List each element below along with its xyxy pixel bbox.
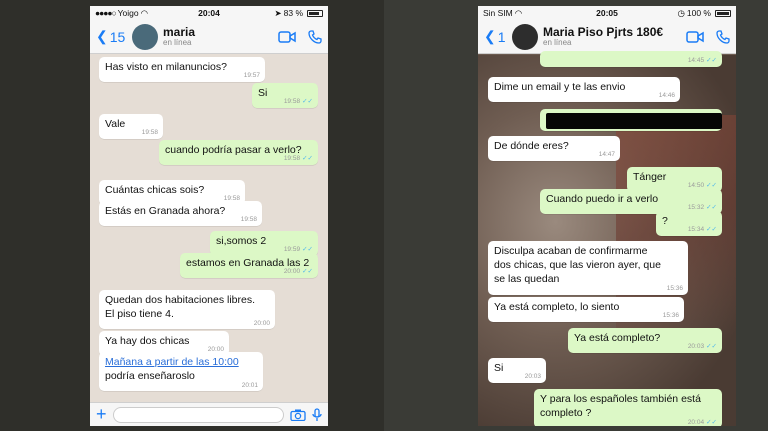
message-input-bar: +: [90, 402, 328, 426]
camera-icon[interactable]: [290, 409, 306, 421]
message-bubble[interactable]: De dónde eres? 14:47: [488, 136, 620, 162]
message-bubble[interactable]: Ya está completo? 20:03 ✓✓: [568, 328, 722, 354]
chat-header: ❮ 1 Maria Piso Pjrts 180€ en línea: [478, 20, 736, 54]
message-bubble[interactable]: Vale 19:58: [99, 114, 163, 140]
contact-name: maria: [163, 25, 196, 39]
redaction-bar: [546, 113, 722, 129]
alarm-icon: ◷: [677, 7, 685, 18]
avatar[interactable]: [132, 23, 158, 50]
contact-info[interactable]: maria en línea: [163, 26, 278, 48]
back-button[interactable]: ❮ 15: [96, 28, 132, 45]
message-bubble[interactable]: Has visto en milanuncios? 19:57: [99, 57, 265, 83]
message-bubble[interactable]: Si 19:58 ✓✓: [252, 83, 318, 109]
location-icon: ➤: [274, 7, 282, 18]
carrier: Yoigo: [117, 8, 139, 18]
message-list: Has visto en milanuncios? 19:57 Si 19:58 ✓✓…: [90, 55, 328, 402]
double-check-icon: ✓✓: [706, 418, 717, 426]
message-input[interactable]: [112, 406, 284, 423]
battery-icon: [307, 9, 323, 17]
message-list: 14:45 ✓✓ Dime un email y te las envio 14:4…: [478, 51, 736, 426]
signal-icon: ●●●●○: [95, 8, 117, 18]
message-bubble[interactable]: Y para los españoles también está complet…: [534, 389, 722, 426]
battery-percent: 100 %: [686, 8, 711, 18]
phone-call-icon[interactable]: [716, 29, 730, 44]
message-bubble[interactable]: Mañana a partir de las 10:00 podría enseñ…: [99, 352, 263, 392]
avatar[interactable]: [512, 23, 538, 50]
carrier: Sin SIM: [483, 8, 513, 18]
double-check-icon: ✓✓: [706, 343, 717, 351]
contact-status: en línea: [543, 37, 572, 47]
message-bubble[interactable]: Si 20:03: [488, 358, 546, 384]
wifi-icon: ◠: [514, 7, 523, 18]
status-bar: Sin SIM ◠ 20:05 ◷ 100 %: [478, 6, 736, 20]
double-check-icon: ✓✓: [302, 155, 313, 163]
message-bubble[interactable]: 14:45 ✓✓: [540, 51, 722, 67]
message-bubble[interactable]: Estás en Granada ahora? 19:58: [99, 201, 262, 227]
back-button[interactable]: ❮ 1: [484, 28, 512, 45]
chat-screenshot-left: ●●●●○ Yoigo ◠ 20:04 ➤ 83 % ❮ 15 maria en lín…: [90, 6, 328, 426]
battery-percent: 83 %: [283, 8, 303, 18]
plus-icon[interactable]: +: [96, 404, 107, 425]
message-bubble[interactable]: Quedan dos habitaciones libres. El piso t…: [99, 290, 275, 330]
wifi-icon: ◠: [140, 7, 149, 18]
battery-icon: [715, 9, 731, 17]
message-bubble[interactable]: Ya está completo, lo siento 15:36: [488, 297, 684, 323]
time-link[interactable]: Mañana a partir de las 10:00: [105, 355, 257, 369]
double-check-icon: ✓✓: [706, 226, 717, 234]
double-check-icon: ✓✓: [302, 98, 313, 106]
contact-name: Maria Piso Pjrts 180€: [543, 25, 664, 39]
phone-call-icon[interactable]: [308, 29, 322, 44]
microphone-icon[interactable]: [312, 407, 322, 422]
double-check-icon: ✓✓: [706, 57, 717, 65]
message-bubble[interactable]: cuando podría pasar a verlo? 19:58 ✓✓: [159, 140, 318, 166]
chevron-left-icon: ❮: [484, 28, 496, 44]
video-call-icon[interactable]: [686, 30, 704, 43]
status-bar: ●●●●○ Yoigo ◠ 20:04 ➤ 83 %: [90, 6, 328, 20]
video-call-icon[interactable]: [278, 30, 296, 43]
chat-screenshot-right: Sin SIM ◠ 20:05 ◷ 100 % ❮ 1 Maria Piso Pjrt…: [478, 6, 736, 426]
message-bubble[interactable]: Disculpa acaban de confirmarme dos chicas…: [488, 241, 688, 295]
double-check-icon: ✓✓: [302, 268, 313, 276]
message-bubble[interactable]: Dime un email y te las envio 14:46: [488, 77, 680, 103]
contact-status: en línea: [163, 37, 192, 47]
contact-info[interactable]: Maria Piso Pjrts 180€ en línea: [543, 26, 686, 48]
message-bubble[interactable]: ? 15:34 ✓✓: [656, 211, 722, 237]
message-bubble[interactable]: estamos en Granada las 2 20:00 ✓✓: [180, 253, 318, 279]
chat-header: ❮ 15 maria en línea: [90, 20, 328, 54]
chevron-left-icon: ❮: [96, 28, 108, 44]
